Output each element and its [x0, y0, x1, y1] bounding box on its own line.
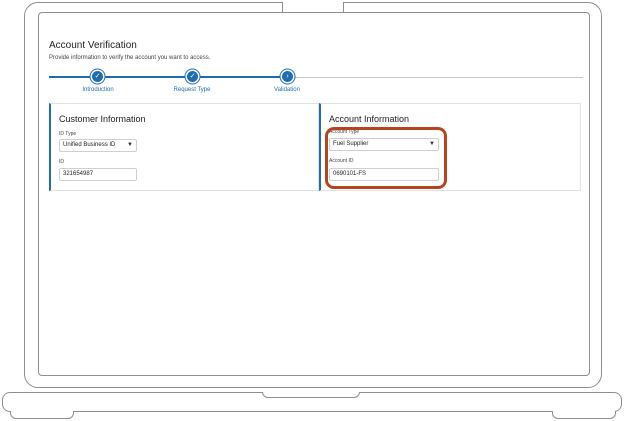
id-label: ID [59, 159, 64, 165]
step-introduction-check-icon[interactable]: ✓ [92, 71, 103, 82]
id-type-select[interactable]: Unified Business ID ▼ [59, 139, 137, 152]
customer-information-heading: Customer Information [59, 114, 146, 124]
id-type-label: ID Type [59, 131, 77, 137]
page-subtitle: Provide information to verify the accoun… [49, 55, 211, 61]
laptop-screen: Account Verification Provide information… [38, 12, 590, 376]
step-introduction-label[interactable]: Introduction [58, 87, 138, 93]
laptop-foot-right [552, 411, 616, 419]
chevron-down-icon: ▼ [127, 142, 133, 148]
step-request-type-check-icon[interactable]: ✓ [187, 71, 198, 82]
progress-remaining-line [287, 77, 583, 78]
step-validation-label[interactable]: Validation [247, 87, 327, 93]
step-validation-chevron-right-icon[interactable]: › [282, 71, 293, 82]
id-input[interactable]: 321654987 [59, 168, 137, 181]
progress-completed-line [49, 76, 287, 78]
page-title: Account Verification [49, 40, 137, 51]
laptop-hinge [262, 392, 360, 398]
step-request-type-label[interactable]: Request Type [152, 87, 232, 93]
id-type-selected-value: Unified Business ID [63, 142, 116, 148]
account-information-heading: Account Information [329, 114, 410, 124]
customer-information-panel: Customer Information ID Type Unified Bus… [49, 103, 319, 191]
account-fields-highlight [325, 127, 447, 189]
laptop-foot-left [10, 411, 74, 419]
